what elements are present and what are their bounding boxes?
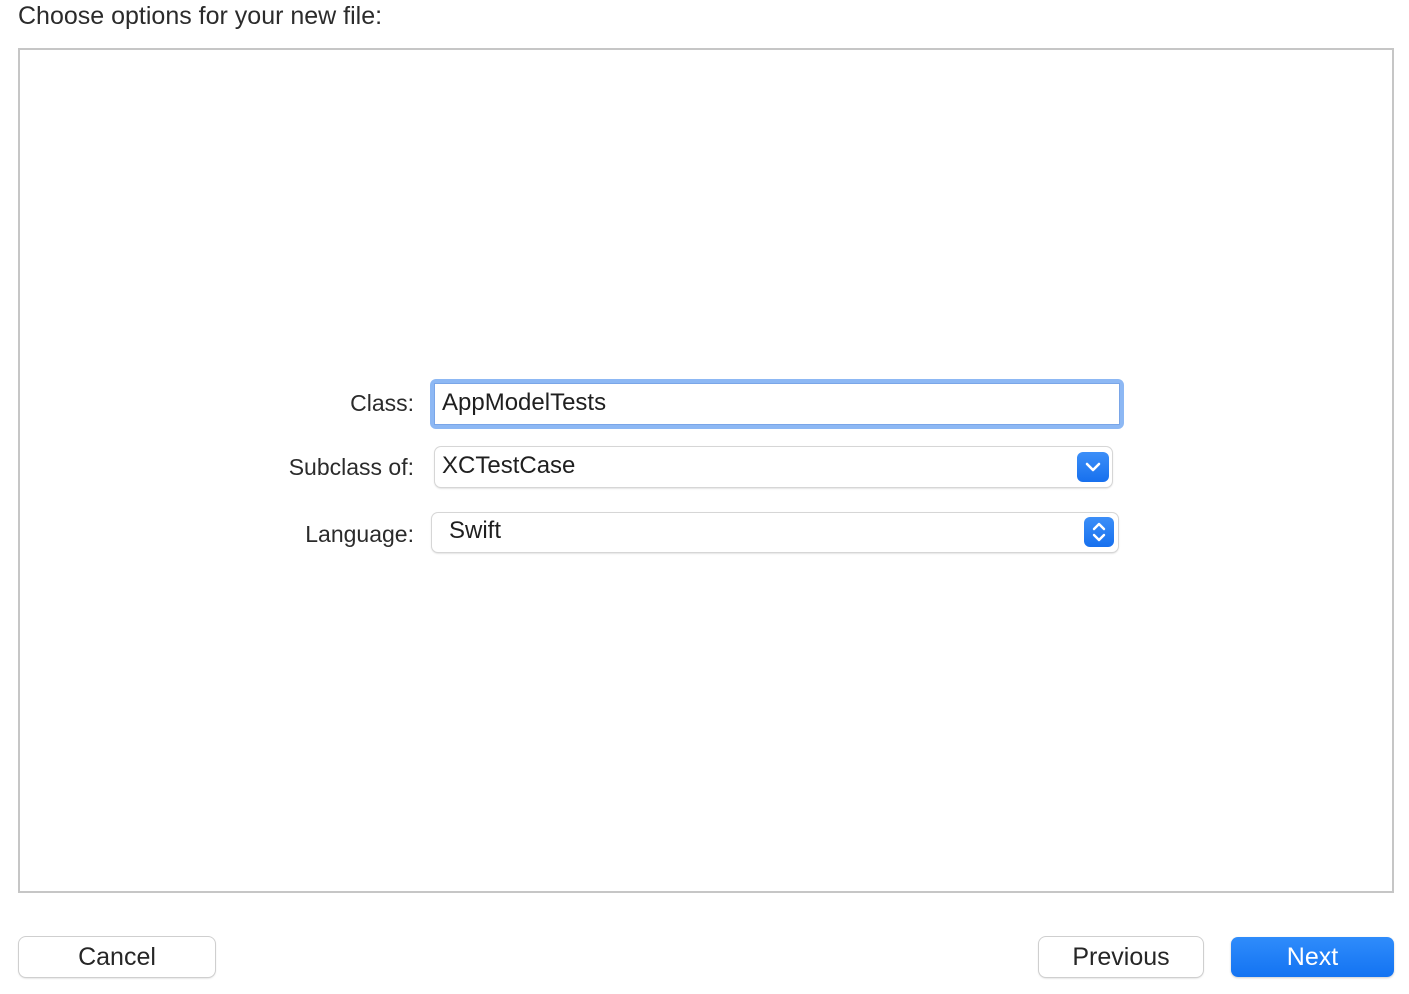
chevron-down-icon <box>1085 462 1101 472</box>
subclass-input[interactable]: XCTestCase <box>442 451 575 481</box>
class-label: Class: <box>350 390 414 416</box>
dialog-heading: Choose options for your new file: <box>18 2 383 30</box>
up-down-chevron-icon <box>1092 522 1106 542</box>
language-value: Swift <box>449 517 502 544</box>
language-popup[interactable]: Swift <box>432 513 1118 552</box>
class-input[interactable]: AppModelTests <box>434 383 1120 425</box>
subclass-combobox[interactable]: XCTestCase <box>435 447 1112 487</box>
cancel-button[interactable]: Cancel <box>19 937 215 977</box>
language-popup-button[interactable] <box>1084 517 1114 547</box>
subclass-label: Subclass of: <box>288 454 414 480</box>
class-field-focus-ring[interactable]: AppModelTests <box>430 379 1124 429</box>
next-button[interactable]: Next <box>1231 937 1394 977</box>
language-label: Language: <box>305 521 414 547</box>
previous-button[interactable]: Previous <box>1039 937 1203 977</box>
subclass-dropdown-button[interactable] <box>1077 452 1109 482</box>
